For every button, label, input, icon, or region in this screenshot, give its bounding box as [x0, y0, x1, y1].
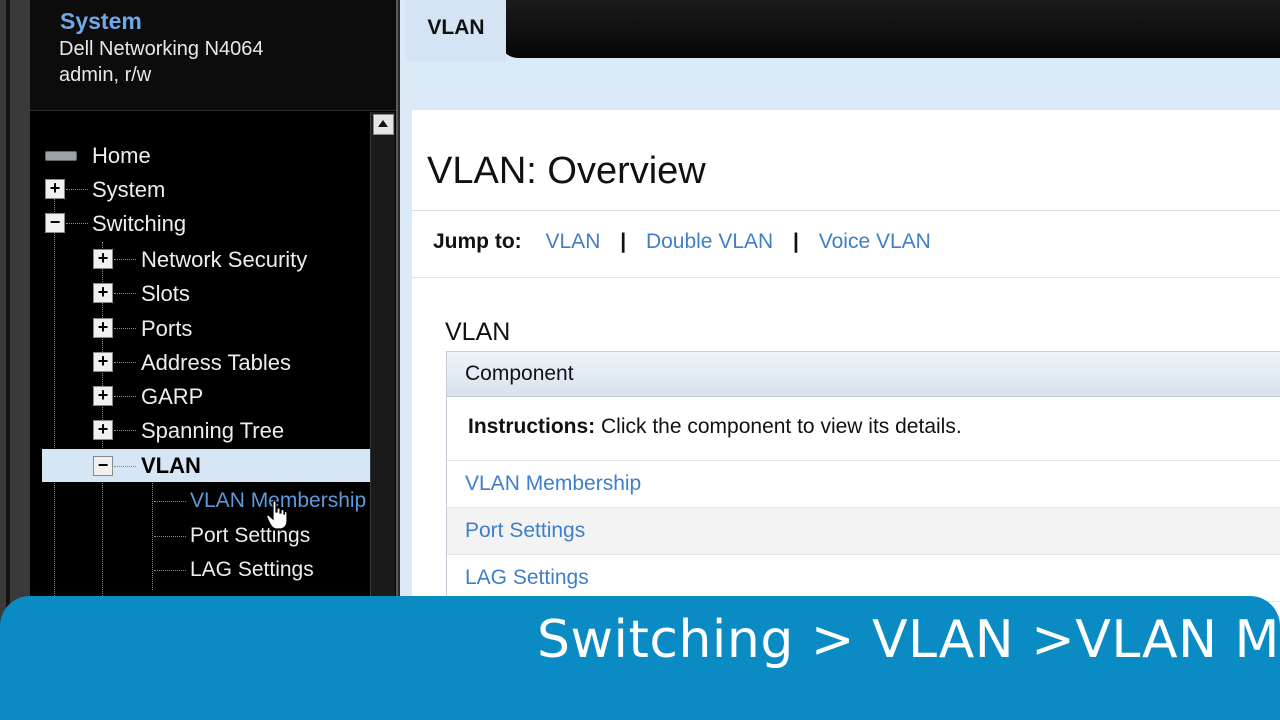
nav-item-label: Spanning Tree — [141, 418, 285, 443]
tree-connector — [114, 293, 136, 294]
nav-item-home[interactable]: Home — [92, 140, 151, 172]
component-link-port-settings[interactable]: Port Settings — [465, 519, 585, 542]
tree-connector — [66, 189, 88, 190]
nav-item-lag-settings[interactable]: LAG Settings — [190, 554, 314, 586]
plus-box-icon[interactable]: + — [93, 352, 113, 372]
plus-box-icon[interactable]: + — [93, 386, 113, 406]
tree-connector — [154, 501, 186, 502]
tree-line — [152, 480, 153, 590]
nav-item-label: GARP — [141, 384, 204, 409]
tab-strip — [500, 0, 1280, 58]
system-header: System Dell Networking N4064 admin, r/w — [30, 0, 396, 111]
nav-item-label: Address Tables — [141, 350, 292, 375]
plus-box-icon[interactable]: + — [93, 283, 113, 303]
tree-connector — [154, 570, 186, 571]
tree-connector — [114, 466, 136, 467]
tree-connector — [114, 430, 136, 431]
nav-item-system[interactable]: System — [92, 174, 165, 206]
jump-label: Jump to: — [433, 230, 522, 253]
system-user: admin, r/w — [59, 64, 152, 86]
jump-link-voice-vlan[interactable]: Voice VLAN — [819, 230, 931, 253]
tree-connector — [66, 223, 88, 224]
minus-box-icon[interactable]: − — [93, 456, 113, 476]
jump-link-vlan[interactable]: VLAN — [546, 230, 601, 253]
system-title[interactable]: System — [60, 8, 142, 35]
nav-item-address-tables[interactable]: Address Tables — [141, 347, 291, 379]
jump-separator: | — [793, 230, 799, 253]
nav-item-network-security[interactable]: Network Security — [141, 244, 307, 276]
instructions-label: Instructions: — [468, 415, 596, 438]
tab-vlan[interactable]: VLAN — [406, 0, 506, 62]
plus-box-icon[interactable]: + — [93, 318, 113, 338]
table-row: VLAN Membership — [447, 461, 1280, 508]
nav-item-label: Port Settings — [190, 524, 311, 547]
nav-item-ports[interactable]: Ports — [141, 313, 192, 345]
scroll-up-arrow-icon[interactable] — [373, 114, 394, 135]
table-row: LAG Settings — [447, 555, 1280, 602]
instructions-text: Click the component to view its details. — [595, 415, 962, 438]
tree-connector — [114, 362, 136, 363]
nav-item-label: Network Security — [141, 247, 308, 272]
table-header-label: Component — [465, 362, 574, 385]
divider — [412, 277, 1280, 278]
nav-item-vlan-label: VLAN — [141, 453, 201, 478]
caption-banner-clip: Switching > VLAN >VLAN Membership — [0, 596, 1280, 720]
jump-link-double-vlan[interactable]: Double VLAN — [646, 230, 773, 253]
nav-item-label: LAG Settings — [190, 558, 314, 581]
nav-item-switching-label: Switching — [92, 211, 187, 236]
plus-box-icon[interactable]: + — [93, 249, 113, 269]
nav-item-switching[interactable]: Switching — [92, 208, 186, 240]
nav-item-spanning-tree[interactable]: Spanning Tree — [141, 415, 284, 447]
minus-box-icon[interactable]: − — [45, 213, 65, 233]
hand-pointer-icon — [266, 500, 288, 530]
jump-separator: | — [620, 230, 627, 253]
page-title: VLAN: Overview — [427, 150, 706, 192]
nav-item-home-label: Home — [92, 143, 151, 168]
section-title: VLAN — [445, 318, 511, 346]
jump-bar: Jump to: VLAN | Double VLAN | Voice VLAN — [433, 230, 945, 254]
tree-connector — [154, 536, 186, 537]
component-link-vlan-membership[interactable]: VLAN Membership — [465, 472, 641, 495]
tree-connector — [114, 328, 136, 329]
table-header: Component — [447, 352, 1280, 397]
home-device-icon — [45, 151, 77, 161]
plus-box-icon[interactable]: + — [45, 179, 65, 199]
nav-item-label: Slots — [141, 281, 190, 306]
nav-item-slots[interactable]: Slots — [141, 278, 190, 310]
instructions: Instructions: Click the component to vie… — [468, 415, 962, 439]
nav-item-label: Ports — [141, 316, 193, 341]
nav-item-port-settings[interactable]: Port Settings — [190, 520, 310, 552]
nav-item-vlan-selected-row[interactable] — [42, 449, 370, 482]
tree-connector — [114, 259, 136, 260]
table-row: Port Settings — [447, 508, 1280, 555]
caption-text: Switching > VLAN >VLAN Membership — [537, 610, 1280, 670]
divider — [412, 210, 1280, 211]
tree-connector — [114, 396, 136, 397]
nav-item-vlan[interactable]: VLAN — [141, 450, 201, 482]
tab-bar: VLAN — [400, 0, 1280, 110]
caption-banner: Switching > VLAN >VLAN Membership — [0, 596, 1280, 720]
nav-item-system-label: System — [92, 177, 166, 202]
system-model: Dell Networking N4064 — [59, 38, 264, 60]
component-link-lag-settings[interactable]: LAG Settings — [465, 566, 589, 589]
plus-box-icon[interactable]: + — [93, 420, 113, 440]
nav-item-garp[interactable]: GARP — [141, 381, 203, 413]
